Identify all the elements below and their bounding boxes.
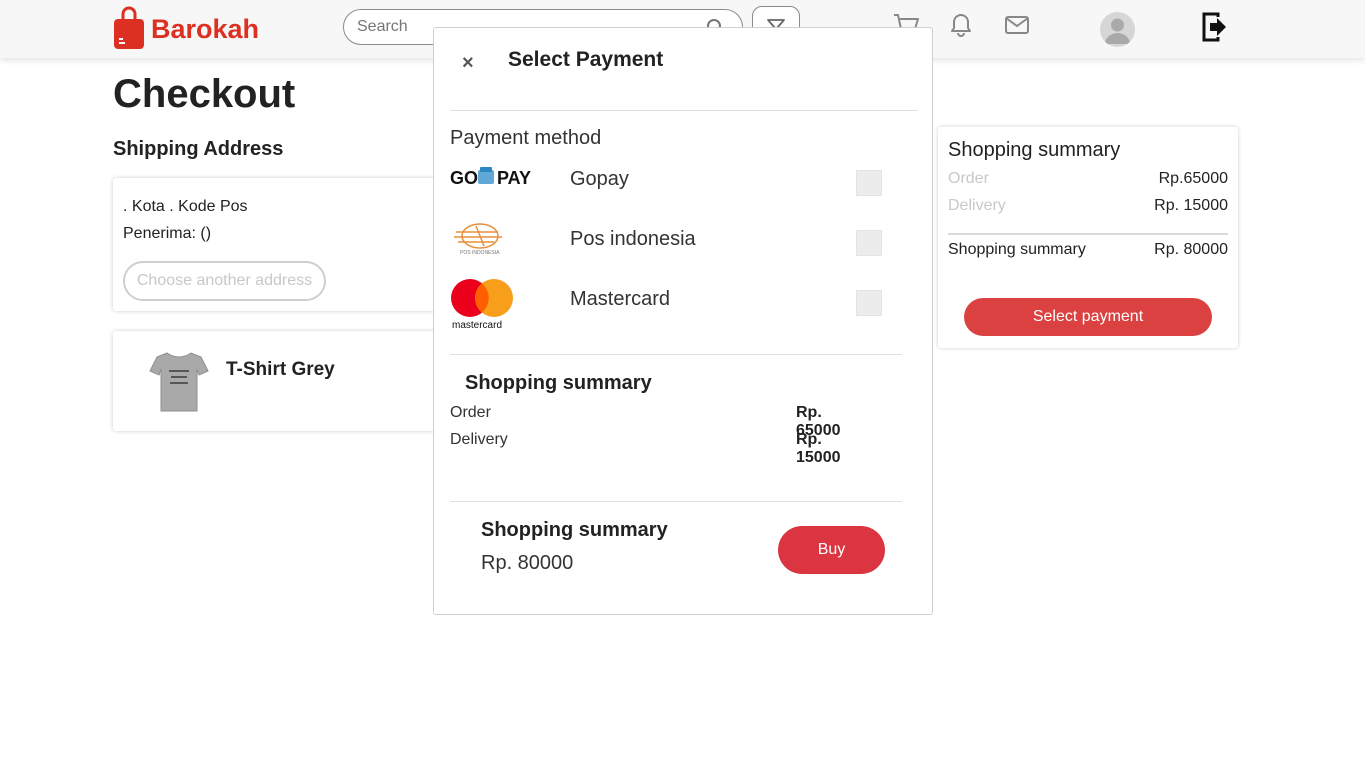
product-name: T-Shirt Grey	[226, 359, 335, 380]
payment-option-mastercard[interactable]: mastercard Mastercard	[450, 278, 882, 334]
shipping-address-heading: Shipping Address	[113, 138, 284, 160]
svg-text:mastercard: mastercard	[452, 320, 502, 331]
user-avatar[interactable]	[1100, 12, 1135, 47]
bell-icon[interactable]	[949, 12, 973, 38]
brand-name: Barokah	[151, 13, 260, 44]
svg-text:POS INDONESIA: POS INDONESIA	[460, 250, 500, 256]
summary-total-row: Shopping summary Rp. 80000	[948, 241, 1228, 259]
select-payment-modal: × Select Payment Payment method GO PAY G…	[433, 27, 933, 615]
page-title: Checkout	[113, 72, 296, 116]
address-text: . Kota . Kode Pos	[123, 198, 248, 215]
modal-title: Select Payment	[508, 48, 664, 71]
total-label: Shopping summary	[948, 241, 1086, 258]
summary-order-row: Order Rp.65000	[948, 170, 1228, 188]
final-summary-title: Shopping summary	[481, 519, 668, 541]
summary-divider	[948, 233, 1228, 235]
modal-order-row: Order Rp. 65000	[450, 404, 870, 439]
svg-text:PAY: PAY	[497, 168, 531, 188]
mastercard-logo: mastercard	[451, 279, 513, 331]
total-value: Rp. 80000	[1154, 241, 1228, 258]
payment-checkbox-mastercard[interactable]	[856, 290, 882, 316]
svg-text:GO: GO	[450, 168, 478, 188]
payment-name: Mastercard	[570, 288, 671, 310]
payment-name: Pos indonesia	[570, 228, 696, 250]
close-icon[interactable]: ×	[462, 52, 474, 75]
brand-logo[interactable]: Barokah	[113, 6, 259, 50]
modal-divider	[450, 110, 918, 111]
order-label: Order	[948, 170, 989, 187]
logout-icon[interactable]	[1201, 10, 1229, 44]
payment-option-pos-indonesia[interactable]: POS INDONESIA Pos indonesia	[450, 218, 882, 274]
order-label: Order	[450, 404, 491, 421]
recipient-text: Penerima: ()	[123, 225, 212, 242]
shopping-summary-card: Shopping summary Order Rp.65000 Delivery…	[938, 127, 1238, 348]
payment-checkbox-gopay[interactable]	[856, 170, 882, 196]
modal-delivery-row: Delivery Rp. 15000	[450, 431, 870, 466]
delivery-value: Rp. 15000	[796, 431, 841, 466]
gopay-logo: GO PAY	[450, 167, 531, 188]
order-value: Rp.65000	[1158, 170, 1228, 187]
summary-title: Shopping summary	[948, 139, 1121, 161]
modal-divider	[450, 501, 902, 502]
pos-indonesia-logo: POS INDONESIA	[454, 223, 502, 256]
payment-name: Gopay	[570, 168, 629, 190]
payment-method-heading: Payment method	[450, 127, 602, 149]
delivery-value: Rp. 15000	[1154, 197, 1228, 214]
final-total-value: Rp. 80000	[481, 552, 574, 574]
shopping-bag-icon	[114, 6, 144, 49]
choose-address-button[interactable]: Choose another address	[123, 261, 326, 301]
select-payment-button[interactable]: Select payment	[964, 298, 1212, 336]
buy-button[interactable]: Buy	[778, 526, 885, 574]
summary-delivery-row: Delivery Rp. 15000	[948, 197, 1228, 215]
mail-icon[interactable]	[1004, 14, 1030, 36]
modal-summary-title: Shopping summary	[465, 372, 652, 394]
delivery-label: Delivery	[948, 197, 1006, 214]
tshirt-image	[149, 352, 209, 412]
delivery-label: Delivery	[450, 431, 508, 448]
modal-divider	[450, 354, 902, 355]
payment-checkbox-pos-indonesia[interactable]	[856, 230, 882, 256]
payment-option-gopay[interactable]: GO PAY Gopay	[450, 164, 882, 220]
user-icon	[1105, 18, 1130, 44]
